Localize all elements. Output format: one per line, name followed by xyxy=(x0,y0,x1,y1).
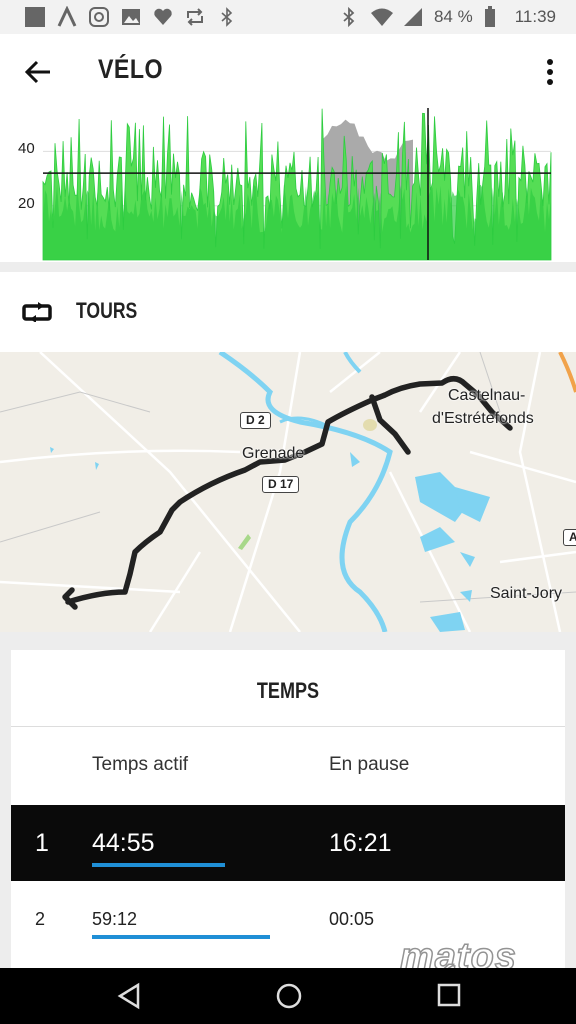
signal-icon xyxy=(402,6,424,28)
road-shield: D 2 xyxy=(240,412,271,429)
more-vert-icon[interactable] xyxy=(544,56,556,88)
page-title: VÉLO xyxy=(98,54,163,84)
temps-title: TEMPS xyxy=(256,678,320,703)
back-arrow-icon[interactable] xyxy=(22,56,54,88)
town-label: Grenade xyxy=(242,445,305,462)
column-header-active: Temps actif xyxy=(92,754,189,775)
instagram-icon xyxy=(88,6,110,28)
app-bar: VÉLO xyxy=(0,34,576,109)
android-nav-bar xyxy=(0,968,576,1024)
y-tick-label: 20 xyxy=(18,195,35,212)
lap-active-time: 44:55 xyxy=(92,829,155,857)
lap-number: 2 xyxy=(35,909,46,929)
town-label: Castelnau- xyxy=(448,387,526,404)
app-icon xyxy=(24,6,46,28)
heart-icon xyxy=(152,6,174,28)
chart-svg xyxy=(42,108,552,261)
lap-pause-time: 00:05 xyxy=(329,909,375,929)
image-icon xyxy=(120,6,142,28)
lap-progress-bar xyxy=(92,863,225,867)
y-tick-label: 40 xyxy=(18,140,35,157)
lap-progress-bar xyxy=(92,935,270,939)
town-label: d'Estrétefonds xyxy=(432,410,534,427)
bluetooth-icon xyxy=(338,6,360,28)
lap-number: 1 xyxy=(35,829,49,857)
column-header-pause: En pause xyxy=(329,754,410,775)
road-shield: A xyxy=(563,529,576,546)
clock: 11:39 xyxy=(514,7,556,26)
status-bar: 84 % 11:39 xyxy=(0,0,576,34)
town-label: Saint-Jory xyxy=(490,585,563,602)
tours-section-header: TOURS xyxy=(0,272,576,352)
lap-active-time: 59:12 xyxy=(92,909,138,929)
nav-back-icon[interactable] xyxy=(116,982,142,1015)
road-shield: D 17 xyxy=(262,476,300,493)
wifi-icon xyxy=(370,6,393,28)
bluetooth-small-icon xyxy=(216,6,238,28)
retweet-icon xyxy=(184,6,206,28)
divider xyxy=(11,726,565,727)
battery-icon xyxy=(483,6,505,28)
temps-table-card: TEMPS Temps actif En pause 1 44:55 16:21… xyxy=(11,650,565,970)
lap-pause-time: 16:21 xyxy=(329,829,392,857)
strava-icon xyxy=(56,5,78,28)
speed-chart: 40 20 xyxy=(0,108,576,262)
route-map[interactable]: Grenade Castelnau- d'Estrétefonds Saint-… xyxy=(0,352,576,632)
laps-repeat-icon xyxy=(22,302,52,327)
nav-recents-icon[interactable] xyxy=(436,982,462,1015)
lap-row[interactable]: 1 44:55 16:21 xyxy=(11,805,565,881)
tours-label: TOURS xyxy=(76,298,138,323)
battery-percent: 84 % xyxy=(433,7,473,26)
nav-home-icon[interactable] xyxy=(275,982,303,1015)
